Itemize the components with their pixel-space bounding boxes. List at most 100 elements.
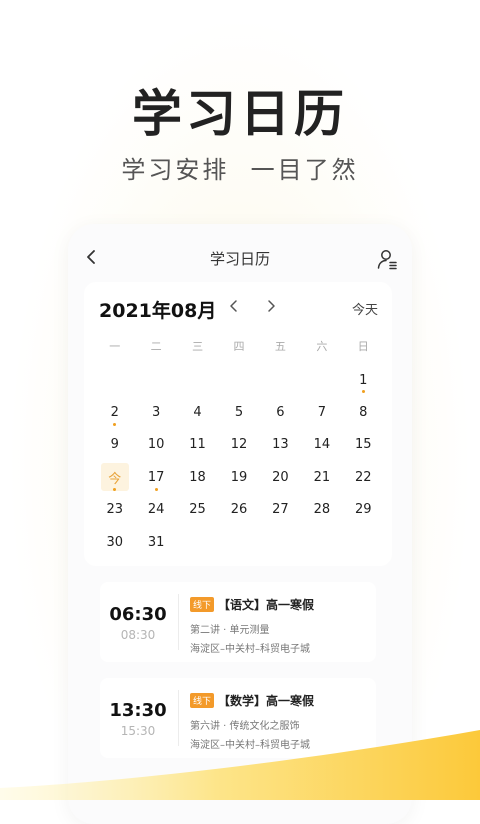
offline-badge: 线下 [190, 597, 215, 612]
day-number: 4 [193, 405, 202, 421]
day-cell-today[interactable]: 今 [94, 461, 135, 493]
day-cell[interactable]: 28 [301, 494, 342, 526]
event-dot [113, 422, 117, 426]
day-cell[interactable]: 7 [301, 396, 342, 428]
day-number: 24 [147, 502, 165, 518]
schedule-card[interactable]: 06:30 08:30 线下 【语文】高一寒假 第二讲 · 单元测量 海淀区–中… [100, 582, 376, 662]
weekday-header: 一 二 三 四 五 六 日 [94, 338, 384, 354]
day-cell[interactable]: 21 [301, 461, 342, 493]
day-cell[interactable]: 27 [260, 494, 301, 526]
day-cell[interactable]: 14 [301, 429, 342, 461]
divider [178, 594, 179, 650]
day-number: 26 [230, 502, 248, 518]
day-cell[interactable]: 18 [177, 461, 218, 493]
hero-subtitle: 学习安排 一目了然 [121, 156, 359, 184]
location: 海淀区–中关村–科贸电子城 [190, 644, 310, 655]
day-number: 25 [189, 502, 206, 518]
day-number: 21 [313, 469, 331, 485]
empty-day-cell [177, 364, 218, 396]
day-cell[interactable]: 24 [135, 494, 176, 526]
empty-day-cell [218, 364, 259, 396]
day-number: 10 [147, 437, 165, 453]
day-number: 20 [272, 469, 289, 485]
course-title-row: 线下 【语文】高一寒假 [190, 596, 368, 613]
day-cell[interactable]: 12 [218, 429, 259, 461]
decorative-wave [0, 730, 480, 800]
day-number: 7 [317, 405, 326, 421]
user-settings-icon[interactable] [376, 248, 398, 270]
day-cell[interactable]: 13 [260, 429, 301, 461]
weekday-label: 五 [274, 340, 286, 353]
day-cell[interactable]: 25 [177, 494, 218, 526]
day-number: 30 [106, 534, 123, 550]
day-cell[interactable]: 5 [218, 396, 259, 428]
day-number: 29 [355, 502, 372, 518]
day-cell[interactable]: 11 [177, 429, 218, 461]
next-month-icon[interactable] [264, 299, 278, 313]
day-number: 27 [272, 502, 289, 518]
day-number: 19 [230, 469, 248, 485]
lesson-name: 第二讲 · 单元测量 [190, 625, 270, 636]
prev-month-icon[interactable] [227, 299, 241, 313]
weekday-label: 二 [150, 340, 162, 353]
day-cell[interactable]: 10 [135, 429, 176, 461]
day-cell[interactable]: 26 [218, 494, 259, 526]
day-number: 11 [189, 437, 206, 453]
top-bar: 学习日历 [68, 224, 412, 290]
day-cell[interactable]: 8 [343, 396, 384, 428]
day-cell[interactable]: 15 [343, 429, 384, 461]
day-number: 9 [110, 437, 119, 453]
empty-day-cell [94, 364, 135, 396]
month-label: 2021年08月 [99, 300, 217, 322]
day-cell[interactable]: 17 [135, 461, 176, 493]
day-number: 17 [147, 469, 165, 485]
day-number: 14 [313, 437, 331, 453]
day-number: 23 [106, 502, 123, 518]
hero-title: 学习日历 [132, 85, 348, 143]
event-dot [361, 390, 365, 394]
day-number: 5 [234, 405, 244, 421]
empty-day-cell [135, 364, 176, 396]
day-cell[interactable]: 29 [343, 494, 384, 526]
day-cell[interactable]: 20 [260, 461, 301, 493]
day-number: 22 [355, 469, 372, 485]
day-cell[interactable]: 4 [177, 396, 218, 428]
start-time: 13:30 [109, 700, 167, 721]
weekday-label: 六 [316, 340, 328, 353]
calendar-card: 2021年08月 今天 一 二 三 四 五 六 日 1 2 3 4 5 6 7 8 9 10 11 1… [84, 282, 392, 566]
empty-day-cell [301, 364, 342, 396]
day-cell[interactable]: 6 [260, 396, 301, 428]
course-title-row: 线下 【数学】高一寒假 [190, 692, 368, 709]
event-dot [154, 487, 158, 491]
end-time: 08:30 [120, 628, 156, 642]
day-number: 1 [359, 372, 368, 388]
empty-day-cell [260, 364, 301, 396]
weekday-label: 一 [109, 340, 121, 353]
day-cell[interactable]: 19 [218, 461, 259, 493]
course-title: 【语文】高一寒假 [218, 598, 315, 612]
day-number: 12 [230, 437, 248, 453]
day-number: 31 [147, 534, 165, 550]
day-cell[interactable]: 31 [135, 526, 176, 558]
day-number: 3 [151, 405, 161, 421]
weekday-label: 日 [357, 340, 369, 353]
day-cell[interactable]: 9 [94, 429, 135, 461]
day-cell[interactable]: 1 [343, 364, 384, 396]
day-cell[interactable]: 2 [94, 396, 135, 428]
day-cell[interactable]: 22 [343, 461, 384, 493]
day-cell[interactable]: 3 [135, 396, 176, 428]
page-title: 学习日历 [209, 250, 270, 268]
day-number: 18 [189, 469, 206, 485]
day-number: 28 [313, 502, 331, 518]
day-number: 2 [110, 405, 119, 421]
weekday-label: 四 [233, 340, 245, 353]
day-number: 15 [355, 437, 372, 453]
course-info: 线下 【语文】高一寒假 第二讲 · 单元测量 海淀区–中关村–科贸电子城 [190, 596, 368, 655]
offline-badge: 线下 [190, 693, 215, 708]
course-title: 【数学】高一寒假 [218, 694, 315, 708]
event-dot [113, 487, 117, 491]
day-cell[interactable]: 30 [94, 526, 135, 558]
today-button[interactable]: 今天 [352, 299, 378, 318]
day-cell[interactable]: 23 [94, 494, 135, 526]
weekday-label: 三 [192, 340, 204, 353]
